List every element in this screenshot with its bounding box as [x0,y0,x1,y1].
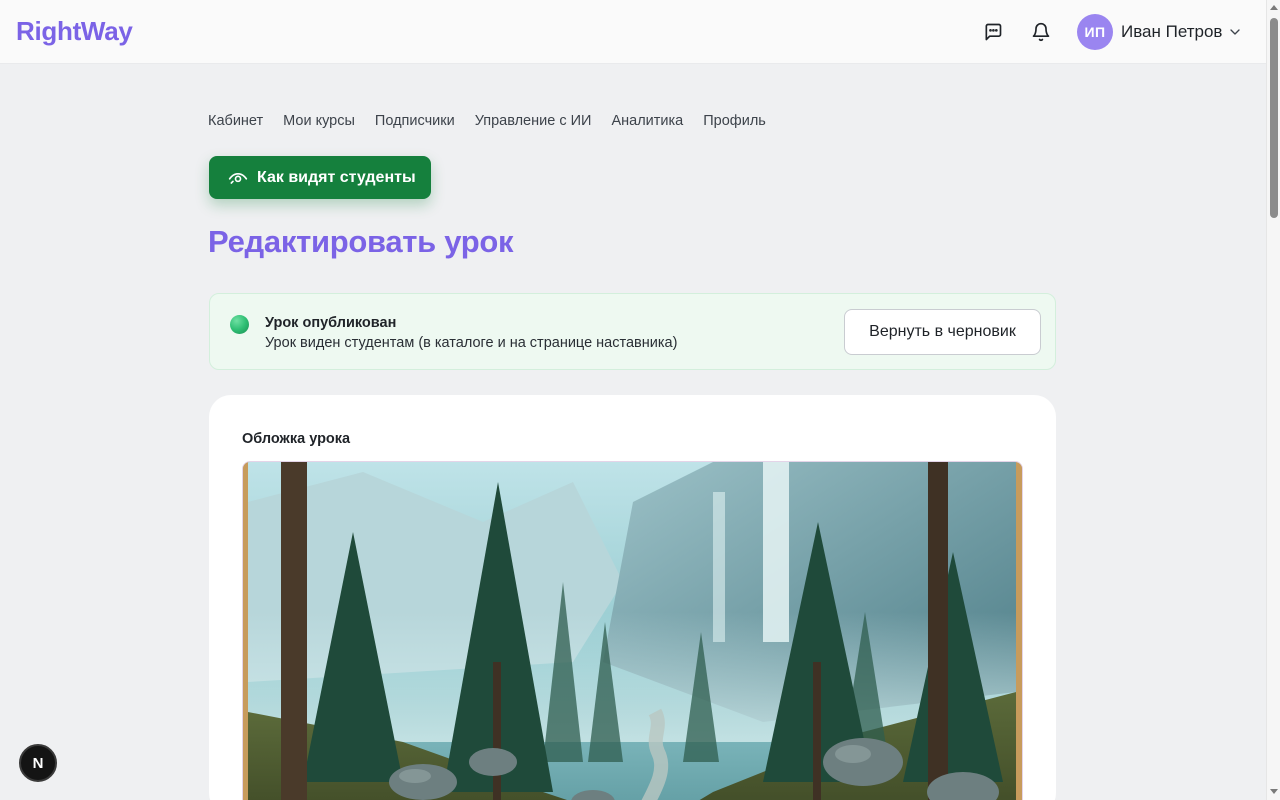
nav-item-cabinet[interactable]: Кабинет [208,113,263,129]
cover-label: Обложка урока [242,431,351,447]
nav-item-analytics[interactable]: Аналитика [611,113,683,129]
user-avatar[interactable]: ИП [1077,14,1113,50]
page-scrollbar[interactable] [1266,0,1280,800]
publish-status-card: Урок опубликован Урок виден студентам (в… [209,293,1056,370]
lesson-edit-card: Обложка урока [209,395,1056,800]
page-title: Редактировать урок [208,224,514,259]
nav-item-my-courses[interactable]: Мои курсы [283,113,355,129]
scroll-up-arrow-icon[interactable] [1270,5,1278,10]
top-header: RightWay ИП Иван Петров [0,0,1266,64]
nav-item-profile[interactable]: Профиль [703,113,766,129]
status-indicator-dot [230,315,249,334]
scroll-down-arrow-icon[interactable] [1270,789,1278,794]
nav-item-subscribers[interactable]: Подписчики [375,113,455,129]
chevron-down-icon[interactable] [1227,24,1243,45]
nav-item-ai-management[interactable]: Управление с ИИ [475,113,592,129]
student-preview-label: Как видят студенты [257,168,416,186]
forest-cover-illustration [243,462,1022,800]
dev-tools-floating-button[interactable]: N [19,744,57,782]
status-description: Урок виден студентам (в каталоге и на ст… [265,335,678,351]
student-preview-button[interactable]: Как видят студенты [209,156,431,199]
user-name[interactable]: Иван Петров [1121,22,1222,42]
eye-icon [228,168,248,188]
scroll-thumb[interactable] [1270,18,1278,218]
app-logo[interactable]: RightWay [16,16,133,47]
cover-image[interactable] [242,461,1023,800]
revert-to-draft-button[interactable]: Вернуть в черновик [844,309,1041,355]
bell-icon[interactable] [1029,20,1053,44]
main-nav: Кабинет Мои курсы Подписчики Управление … [208,113,766,129]
message-square-icon[interactable] [981,20,1005,44]
status-title: Урок опубликован [265,315,397,331]
